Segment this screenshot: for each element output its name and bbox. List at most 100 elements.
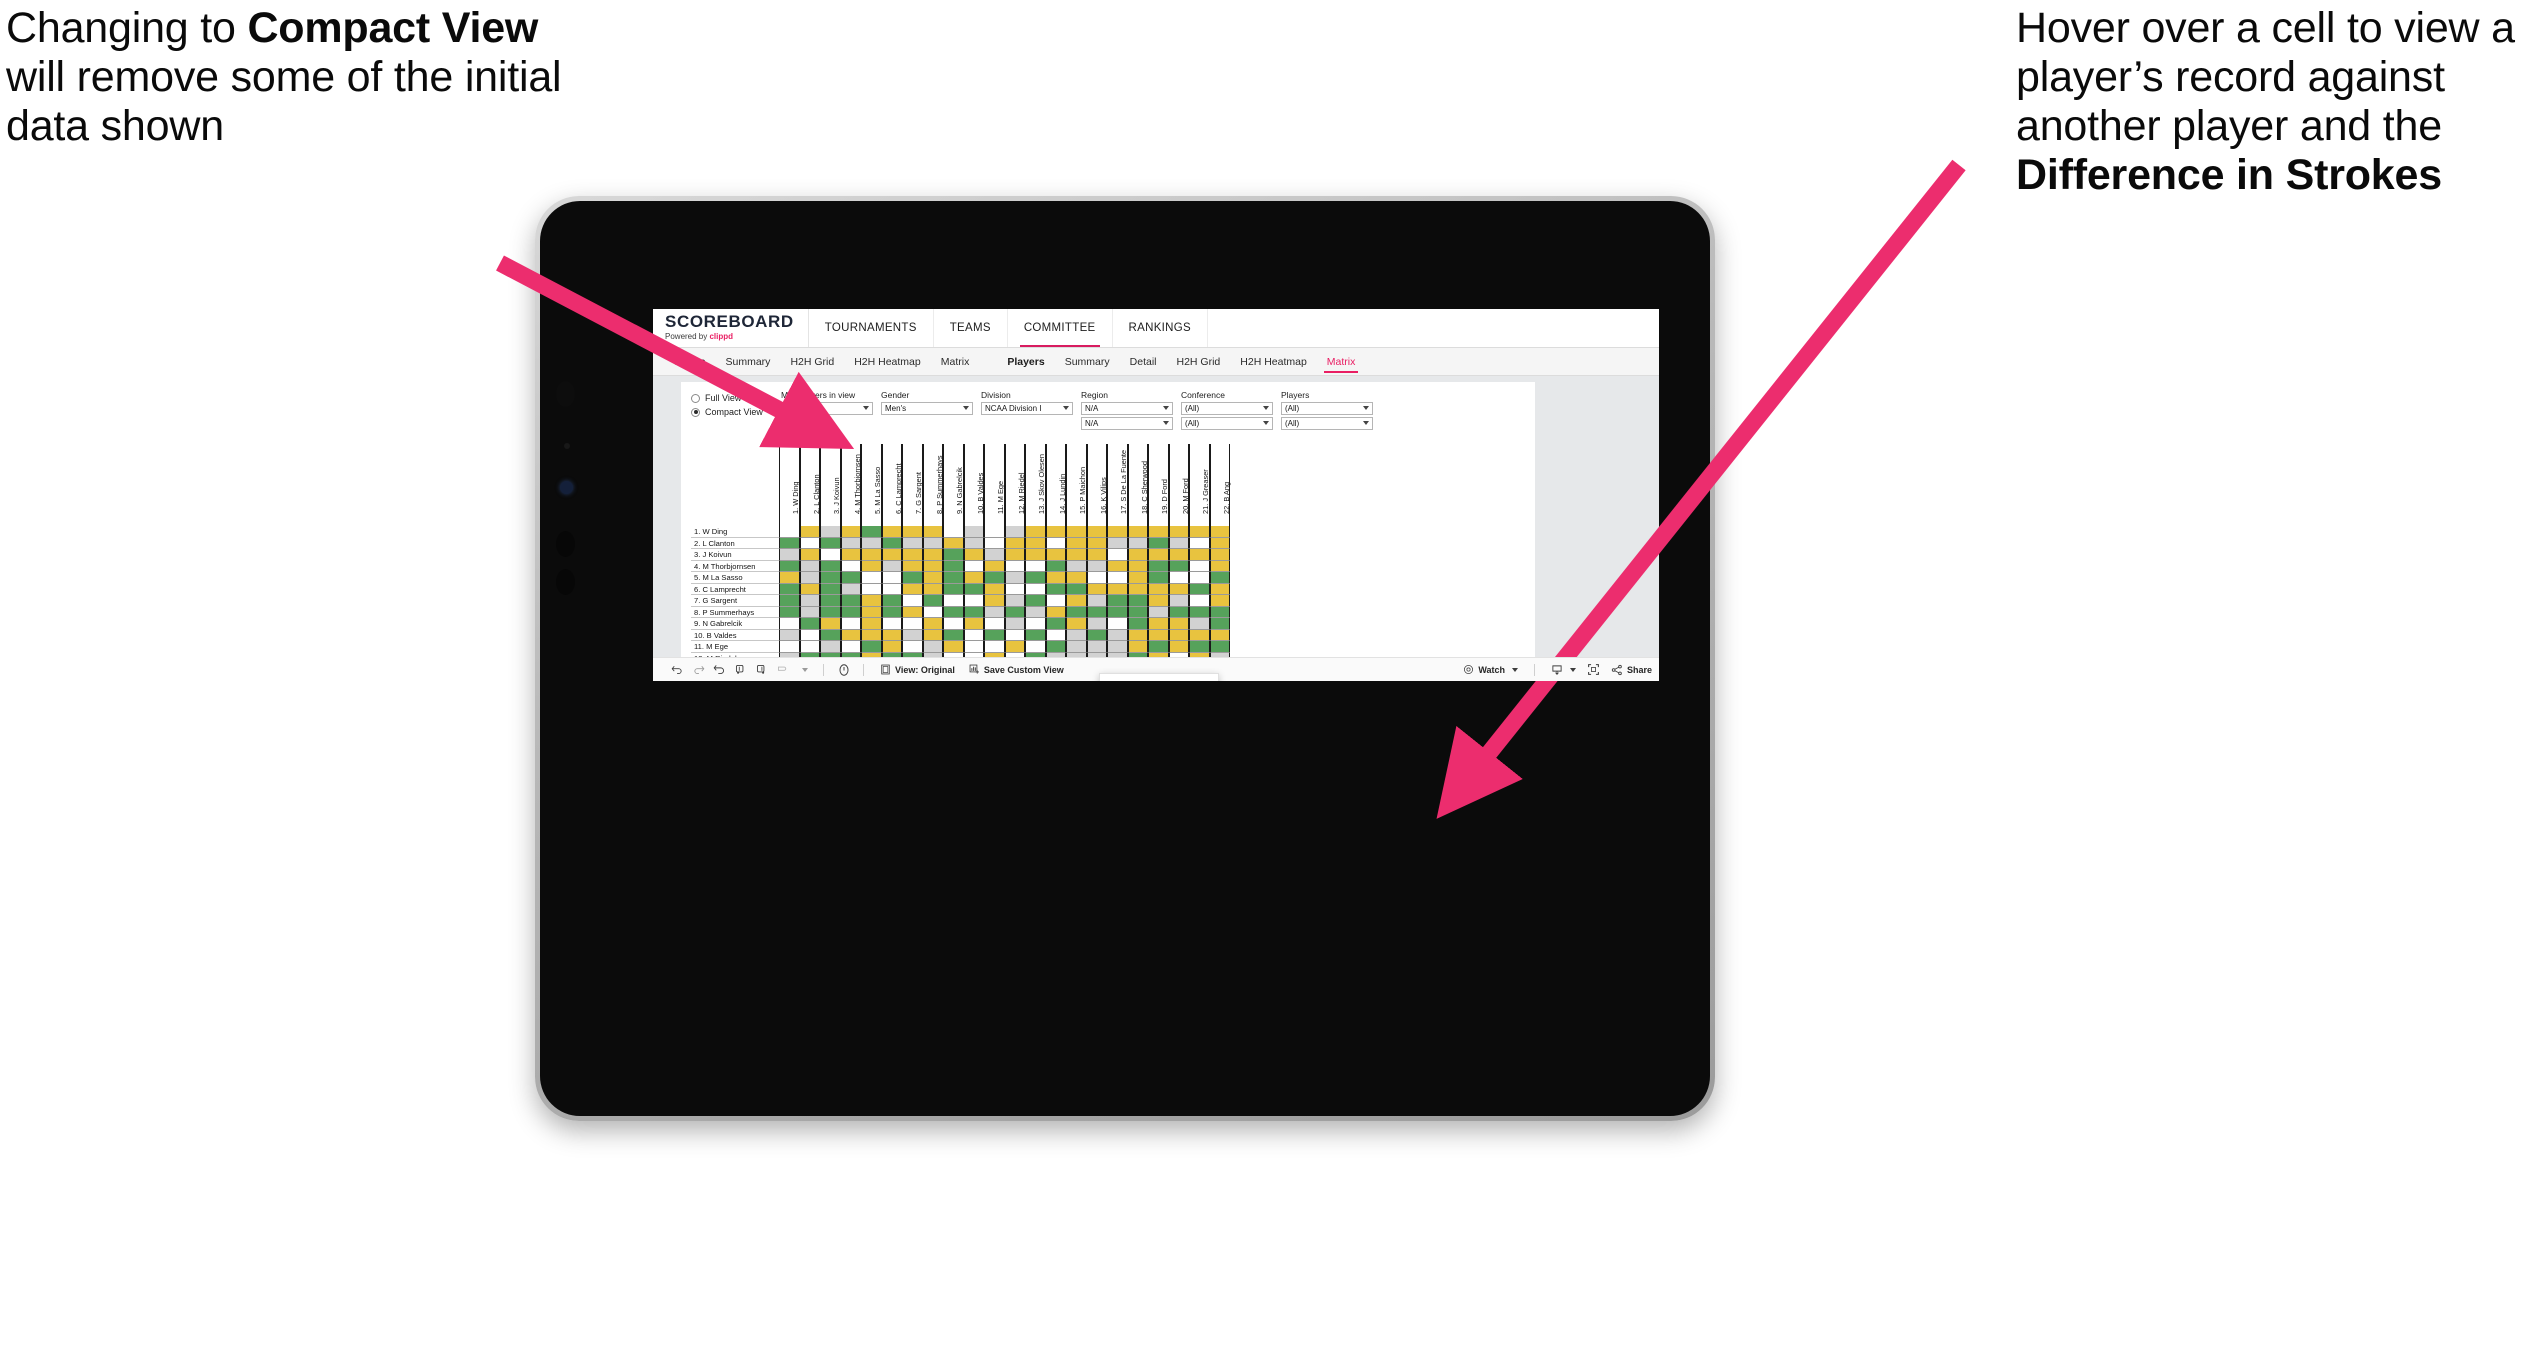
matrix-cell[interactable] bbox=[963, 641, 984, 654]
matrix-cell[interactable] bbox=[963, 595, 984, 607]
matrix-cell[interactable] bbox=[1209, 549, 1230, 561]
matrix-cell[interactable] bbox=[1004, 583, 1025, 596]
matrix-cell[interactable] bbox=[1107, 526, 1128, 538]
matrix-cell[interactable] bbox=[881, 618, 902, 630]
matrix-cell[interactable] bbox=[881, 583, 902, 596]
matrix-cell[interactable] bbox=[1107, 560, 1128, 573]
matrix-cell[interactable] bbox=[820, 641, 841, 654]
matrix-cell[interactable] bbox=[963, 537, 984, 550]
matrix-cell[interactable] bbox=[902, 549, 923, 561]
matrix-cell[interactable] bbox=[1066, 595, 1087, 607]
matrix-cell[interactable] bbox=[1107, 641, 1128, 654]
matrix-cell[interactable] bbox=[840, 583, 861, 596]
matrix-cell[interactable] bbox=[861, 560, 882, 573]
share-button[interactable]: Share bbox=[1604, 664, 1659, 676]
matrix-cell[interactable] bbox=[1066, 537, 1087, 550]
subnav-players-h2h-grid[interactable]: H2H Grid bbox=[1167, 348, 1231, 375]
matrix-cell[interactable] bbox=[1127, 526, 1148, 538]
matrix-cell[interactable] bbox=[922, 537, 943, 550]
matrix-cell[interactable] bbox=[943, 537, 964, 550]
matrix-cell[interactable] bbox=[1209, 606, 1230, 619]
matrix-cell[interactable] bbox=[1045, 629, 1066, 642]
matrix-cell[interactable] bbox=[1004, 549, 1025, 561]
matrix-cell[interactable] bbox=[840, 560, 861, 573]
matrix-cell[interactable] bbox=[1004, 560, 1025, 573]
matrix-cell[interactable] bbox=[1209, 595, 1230, 607]
matrix-col-header[interactable]: 15. P Maichon bbox=[1066, 444, 1087, 526]
filter-select-region-2[interactable]: N/A bbox=[1081, 417, 1173, 430]
matrix-col-header[interactable]: 5. M La Sasso bbox=[861, 444, 882, 526]
revert-icon[interactable] bbox=[709, 658, 730, 682]
matrix-col-header[interactable]: 3. J Koivun bbox=[820, 444, 841, 526]
matrix-cell[interactable] bbox=[1066, 549, 1087, 561]
radio-compact-view[interactable]: Compact View bbox=[691, 407, 781, 417]
matrix-cell[interactable] bbox=[779, 526, 800, 538]
matrix-col-header[interactable]: 19. D Ford bbox=[1148, 444, 1169, 526]
matrix-cell[interactable] bbox=[1004, 606, 1025, 619]
matrix-col-header[interactable]: 4. M Thorbjornsen bbox=[840, 444, 862, 526]
matrix-cell[interactable] bbox=[820, 629, 841, 642]
matrix-cell[interactable] bbox=[861, 526, 882, 538]
matrix-cell[interactable] bbox=[1045, 641, 1066, 654]
matrix-cell[interactable] bbox=[840, 629, 861, 642]
matrix-cell[interactable] bbox=[1189, 641, 1210, 654]
matrix-row-label[interactable]: 9. N Gabrelcik bbox=[691, 618, 779, 630]
matrix-cell[interactable] bbox=[820, 526, 841, 538]
matrix-cell[interactable] bbox=[1086, 641, 1107, 654]
matrix-cell[interactable] bbox=[1127, 606, 1148, 619]
matrix-cell[interactable] bbox=[820, 618, 841, 630]
matrix-cell[interactable] bbox=[1025, 583, 1046, 596]
matrix-cell[interactable] bbox=[943, 641, 964, 654]
fullscreen-icon[interactable] bbox=[1583, 658, 1604, 682]
matrix-cell[interactable] bbox=[1168, 537, 1189, 550]
matrix-cell[interactable] bbox=[1189, 583, 1210, 596]
matrix-col-header[interactable]: 17. S De La Fuente bbox=[1107, 444, 1128, 526]
matrix-row-label[interactable]: 4. M Thorbjornsen bbox=[691, 561, 779, 573]
matrix-cell[interactable] bbox=[1209, 560, 1230, 573]
matrix-cell[interactable] bbox=[1189, 526, 1210, 538]
matrix-cell[interactable] bbox=[1127, 583, 1148, 596]
matrix-cell[interactable] bbox=[779, 606, 800, 619]
matrix-col-header[interactable]: 18. C Sherwood bbox=[1127, 444, 1149, 526]
matrix-cell[interactable] bbox=[963, 549, 984, 561]
matrix-cell[interactable] bbox=[984, 606, 1005, 619]
matrix-cell[interactable] bbox=[861, 641, 882, 654]
matrix-scroll-area[interactable]: 1. W Ding 2. L Clanton 3. J Koivun 4. M Tho… bbox=[691, 444, 1525, 681]
matrix-cell[interactable] bbox=[1189, 618, 1210, 630]
matrix-cell[interactable] bbox=[820, 560, 841, 573]
matrix-cell[interactable] bbox=[1127, 629, 1148, 642]
matrix-cell[interactable] bbox=[902, 537, 923, 550]
matrix-cell[interactable] bbox=[881, 526, 902, 538]
matrix-cell[interactable] bbox=[963, 560, 984, 573]
matrix-cell[interactable] bbox=[1025, 629, 1046, 642]
matrix-cell[interactable] bbox=[1086, 618, 1107, 630]
matrix-cell[interactable] bbox=[943, 618, 964, 630]
matrix-cell[interactable] bbox=[1189, 560, 1210, 573]
pause-icon[interactable] bbox=[730, 658, 751, 682]
filter-select-players-1[interactable]: (All) bbox=[1281, 402, 1373, 415]
matrix-cell[interactable] bbox=[779, 595, 800, 607]
matrix-cell[interactable] bbox=[820, 606, 841, 619]
matrix-col-header[interactable]: 16. K Vilips bbox=[1086, 444, 1108, 526]
filter-select-gender[interactable]: Men's bbox=[881, 402, 973, 415]
matrix-cell[interactable] bbox=[861, 618, 882, 630]
matrix-cell[interactable] bbox=[1148, 583, 1169, 596]
matrix-cell[interactable] bbox=[963, 618, 984, 630]
matrix-cell[interactable] bbox=[963, 583, 984, 596]
matrix-cell[interactable] bbox=[1025, 606, 1046, 619]
matrix-cell[interactable] bbox=[1168, 549, 1189, 561]
subnav-teams-h2h-heatmap[interactable]: H2H Heatmap bbox=[844, 348, 931, 375]
subnav-players-summary[interactable]: Summary bbox=[1055, 348, 1120, 375]
matrix-row-label[interactable]: 1. W Ding bbox=[691, 526, 779, 538]
matrix-cell[interactable] bbox=[984, 537, 1005, 550]
matrix-cell[interactable] bbox=[1168, 583, 1189, 596]
matrix-cell[interactable] bbox=[963, 629, 984, 642]
matrix-cell[interactable] bbox=[1004, 595, 1025, 607]
matrix-cell[interactable] bbox=[1209, 641, 1230, 654]
matrix-cell[interactable] bbox=[1086, 572, 1107, 584]
matrix-cell[interactable] bbox=[1189, 549, 1210, 561]
matrix-cell[interactable] bbox=[984, 526, 1005, 538]
matrix-cell[interactable] bbox=[1189, 606, 1210, 619]
matrix-col-header[interactable]: 9. N Gabrelcik bbox=[943, 444, 964, 526]
matrix-col-header[interactable]: 20. M Ford bbox=[1168, 444, 1190, 526]
